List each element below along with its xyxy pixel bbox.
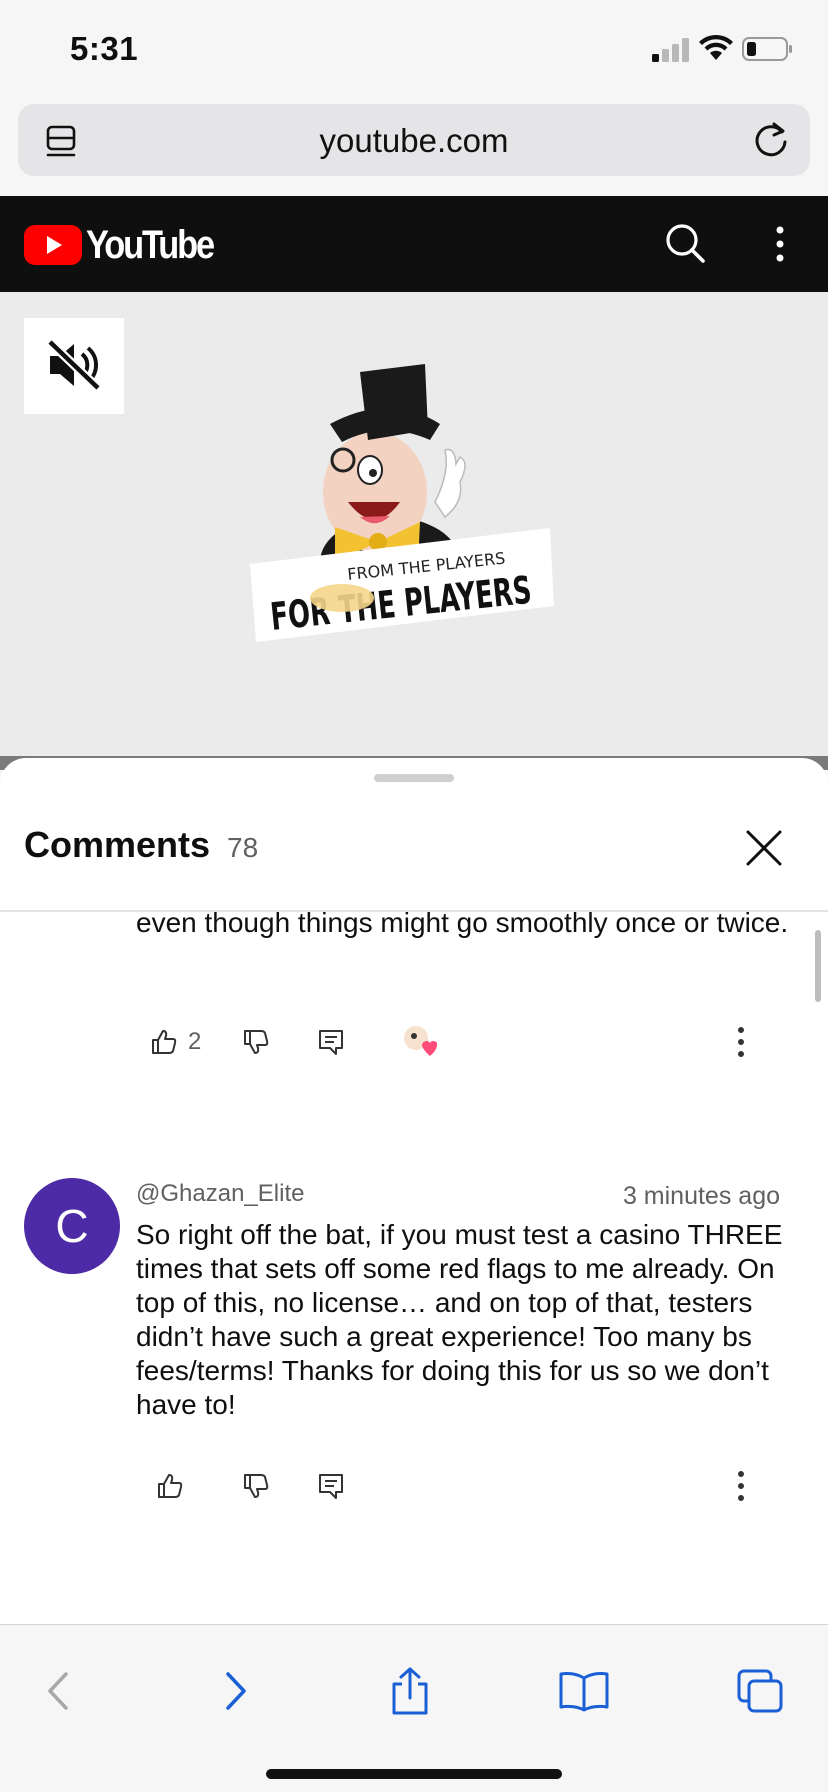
bookmarks-button[interactable] (554, 1661, 614, 1721)
chevron-left-icon (48, 1672, 68, 1710)
creator-heart (402, 1022, 438, 1062)
muted-speaker-icon (46, 338, 102, 392)
comment-author[interactable]: @Ghazan_Elite (136, 1180, 304, 1208)
dislike-button[interactable] (242, 1466, 270, 1506)
like-button[interactable] (156, 1466, 184, 1506)
search-icon[interactable] (664, 222, 706, 264)
tabs-icon (737, 1669, 783, 1713)
comments-count: 78 (227, 832, 259, 863)
address-bar[interactable]: youtube.com (18, 104, 810, 176)
comment-text: So right off the bat, if you must test a… (136, 1219, 783, 1420)
comments-title: Comments (24, 824, 211, 865)
creator-heart-icon (404, 1026, 438, 1056)
reload-icon[interactable] (752, 120, 790, 160)
reply-icon (319, 1030, 343, 1055)
status-time: 5:31 (70, 30, 139, 67)
thumbs-up-icon (152, 1030, 177, 1054)
close-icon[interactable] (742, 826, 786, 870)
thumbs-up-icon (158, 1474, 183, 1498)
comment-actions: 2 (136, 1022, 796, 1062)
thumbs-down-icon (244, 1030, 269, 1054)
youtube-wordmark: YouTube (86, 222, 215, 267)
thumbs-down-icon (244, 1474, 269, 1498)
more-vertical-icon (738, 1471, 744, 1501)
more-options-icon[interactable] (770, 224, 790, 264)
wifi-icon (699, 34, 733, 60)
cellular-signal-icon (652, 38, 689, 62)
dislike-button[interactable] (242, 1022, 270, 1062)
video-thumbnail-mascot: FROM THE PLAYERS FOR THE PLAYERS (250, 364, 554, 642)
reply-button[interactable] (318, 1466, 344, 1506)
battery-icon (742, 37, 792, 61)
comment-menu-button[interactable] (736, 1466, 746, 1506)
comment-timestamp: 3 minutes ago (622, 1182, 780, 1210)
status-bar: 5:31 (0, 0, 828, 100)
scrollbar[interactable] (815, 930, 821, 1002)
more-vertical-icon (738, 1027, 744, 1057)
url-text[interactable]: youtube.com (18, 122, 810, 160)
reply-icon (319, 1474, 343, 1499)
book-icon (559, 1672, 609, 1712)
unmute-button[interactable] (24, 318, 124, 414)
comment-menu-button[interactable] (736, 1022, 746, 1062)
youtube-logo[interactable]: YouTube (24, 222, 234, 267)
youtube-header: YouTube (0, 196, 828, 292)
reply-button[interactable] (318, 1022, 344, 1062)
share-button[interactable] (380, 1661, 440, 1721)
chevron-right-icon (226, 1672, 246, 1710)
back-button[interactable] (28, 1661, 88, 1721)
drag-handle[interactable] (374, 774, 454, 782)
like-count: 2 (188, 1028, 202, 1055)
avatar[interactable]: C (24, 1178, 120, 1274)
forward-button[interactable] (206, 1661, 266, 1721)
share-icon (392, 1667, 428, 1715)
browser-toolbar (0, 1624, 828, 1792)
comments-panel: Comments 78 even though things might go … (0, 758, 828, 1624)
comment-text: even though things might go smoothly onc… (136, 907, 789, 938)
like-button[interactable]: 2 (150, 1022, 201, 1062)
tabs-button[interactable] (730, 1661, 790, 1721)
youtube-play-icon (24, 225, 82, 265)
comment-actions (136, 1466, 796, 1506)
video-player[interactable]: FROM THE PLAYERS FOR THE PLAYERS (0, 292, 828, 758)
home-indicator[interactable] (266, 1769, 562, 1779)
